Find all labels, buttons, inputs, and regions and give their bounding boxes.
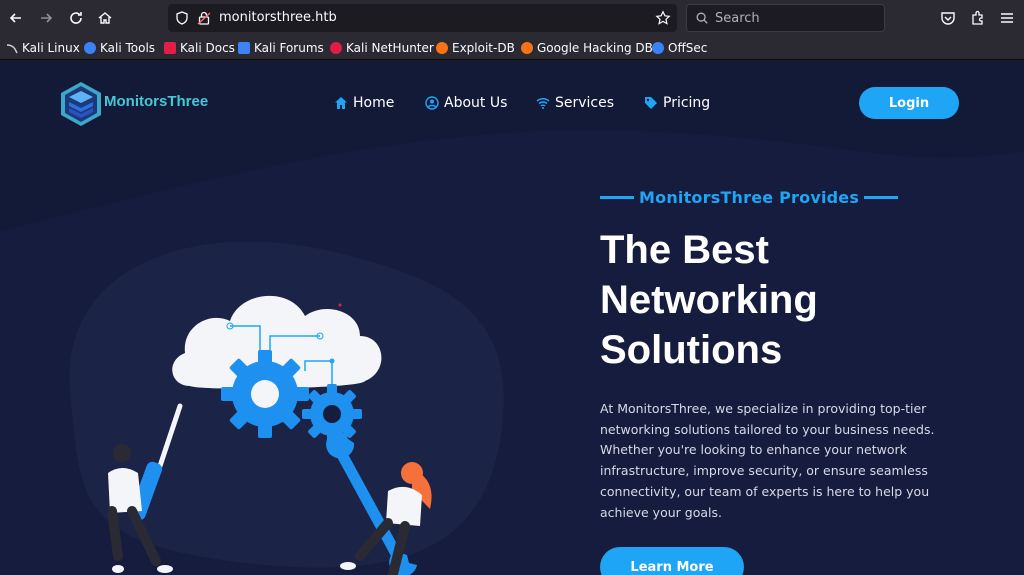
bookmark-kali-docs[interactable]: Kali Docs bbox=[164, 40, 235, 56]
url-text[interactable]: monitorsthree.htb bbox=[219, 10, 337, 25]
home-icon bbox=[98, 12, 112, 24]
home-button[interactable] bbox=[93, 6, 117, 30]
ghdb-icon bbox=[521, 42, 533, 54]
bookmark-google-hacking-db[interactable]: Google Hacking DB bbox=[521, 40, 653, 56]
pocket-icon[interactable] bbox=[939, 9, 957, 27]
reload-button[interactable] bbox=[64, 6, 88, 30]
bookmark-kali-nethunter[interactable]: Kali NetHunter bbox=[330, 40, 434, 56]
home-icon bbox=[335, 97, 347, 109]
kali-forums-icon bbox=[238, 42, 250, 54]
nav-about-us[interactable]: About Us bbox=[425, 95, 507, 111]
bookmark-kali-tools[interactable]: Kali Tools bbox=[84, 40, 155, 56]
eyebrow-line-right bbox=[864, 196, 899, 199]
nav-home[interactable]: Home bbox=[334, 95, 394, 111]
brand-name[interactable]: MonitorsThree bbox=[104, 93, 208, 110]
browser-toolbar: monitorsthree.htb Search bbox=[0, 0, 1024, 36]
eyebrow-line-left bbox=[600, 196, 634, 199]
learn-more-button[interactable]: Learn More bbox=[600, 547, 744, 575]
site-header: MonitorsThree Home About Us Services Pri… bbox=[0, 61, 1024, 149]
back-arrow-icon bbox=[9, 13, 21, 23]
hero-eyebrow: MonitorsThree Provides bbox=[600, 188, 899, 207]
reload-icon bbox=[70, 12, 82, 24]
user-circle-icon bbox=[425, 96, 439, 110]
hero-title: The Best Networking Solutions bbox=[600, 228, 818, 372]
search-placeholder: Search bbox=[715, 11, 760, 26]
large-gear-icon bbox=[221, 350, 309, 438]
url-bar[interactable]: monitorsthree.htb bbox=[168, 4, 677, 32]
nav-pricing[interactable]: Pricing bbox=[644, 95, 710, 111]
kali-nethunter-icon bbox=[330, 42, 342, 54]
monitorsthree-logo-icon[interactable] bbox=[60, 81, 102, 127]
forward-button[interactable] bbox=[34, 6, 58, 30]
wifi-icon bbox=[536, 97, 550, 109]
exploit-db-icon bbox=[436, 42, 448, 54]
nav-services[interactable]: Services bbox=[536, 95, 614, 111]
bookmark-star-icon[interactable] bbox=[655, 10, 671, 26]
bookmark-exploit-db[interactable]: Exploit-DB bbox=[436, 40, 515, 56]
tag-icon bbox=[645, 97, 657, 109]
login-button[interactable]: Login bbox=[859, 87, 959, 119]
hero-description: At MonitorsThree, we specialize in provi… bbox=[600, 401, 935, 520]
shield-icon[interactable] bbox=[174, 10, 190, 26]
person-with-wrench bbox=[326, 433, 432, 575]
forward-arrow-icon bbox=[41, 13, 53, 23]
web-page: MonitorsThree Home About Us Services Pri… bbox=[0, 61, 1024, 575]
bookmarks-toolbar: Kali Linux Kali Tools Kali Docs Kali For… bbox=[0, 36, 1024, 60]
bookmark-kali-linux[interactable]: Kali Linux bbox=[6, 40, 80, 56]
bookmark-offsec[interactable]: OffSec bbox=[652, 40, 707, 56]
offsec-icon bbox=[652, 42, 664, 54]
person-with-screwdriver bbox=[107, 403, 183, 573]
extensions-icon[interactable] bbox=[969, 9, 987, 27]
kali-docs-icon bbox=[164, 42, 176, 54]
search-input[interactable]: Search bbox=[686, 4, 885, 32]
menu-hamburger-icon[interactable] bbox=[998, 9, 1016, 27]
bookmark-kali-forums[interactable]: Kali Forums bbox=[238, 40, 324, 56]
kali-tools-icon bbox=[84, 42, 96, 54]
kali-dragon-icon bbox=[6, 44, 18, 54]
networking-illustration bbox=[107, 295, 432, 575]
search-icon bbox=[696, 12, 708, 24]
eyebrow-text: MonitorsThree Provides bbox=[639, 188, 860, 207]
back-button[interactable] bbox=[4, 6, 28, 30]
insecure-lock-icon[interactable] bbox=[196, 10, 212, 26]
